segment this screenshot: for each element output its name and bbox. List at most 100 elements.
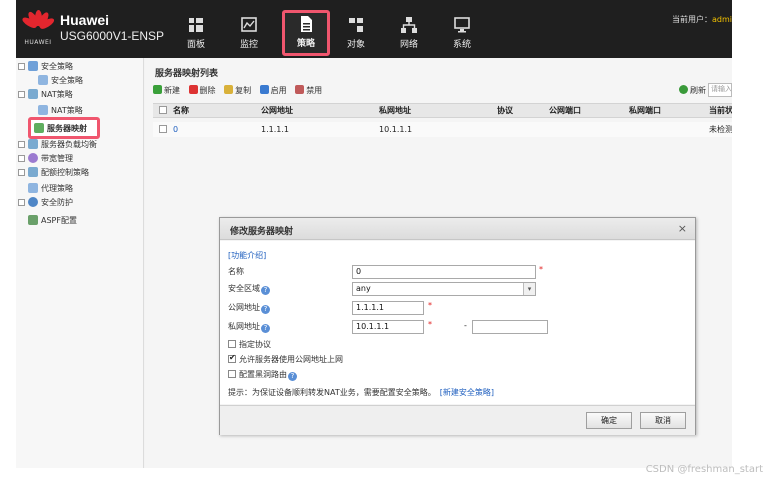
- nav-dashboard[interactable]: 面板: [176, 14, 216, 52]
- sidebar-item-proxy[interactable]: 代理策略: [28, 182, 73, 196]
- col-public-ip[interactable]: 公网地址: [261, 104, 293, 117]
- zone-select-value: any: [356, 284, 371, 293]
- cancel-button[interactable]: 取消: [640, 412, 686, 429]
- nav-monitor[interactable]: 监控: [229, 14, 269, 52]
- expand-icon[interactable]: [18, 141, 25, 148]
- enable-button[interactable]: 启用: [259, 85, 287, 96]
- blackhole-route-checkbox[interactable]: 配置黑洞路由?: [228, 369, 297, 381]
- required-mark: *: [428, 301, 432, 310]
- help-icon[interactable]: ?: [288, 372, 297, 381]
- new-security-policy-link[interactable]: [新建安全策略]: [440, 388, 494, 397]
- nav-network-label: 网络: [399, 40, 418, 50]
- sidebar-item-server-lb[interactable]: 服务器负载均衡: [18, 138, 97, 152]
- policy-list-icon: [38, 75, 48, 85]
- edit-server-mapping-dialog: 修改服务器映射 × [功能介绍] 名称 0 * 安全区域? any ▾ 公网地址…: [219, 217, 696, 435]
- expand-icon[interactable]: [18, 63, 25, 70]
- sidebar-item-label: NAT策略: [51, 106, 83, 115]
- product-line1: Huawei: [60, 12, 110, 28]
- object-icon: [349, 18, 363, 32]
- help-icon[interactable]: ?: [261, 305, 270, 314]
- system-icon: [454, 17, 470, 33]
- nav-network[interactable]: 网络: [389, 14, 429, 52]
- chevron-down-icon[interactable]: ▾: [523, 283, 535, 295]
- table-header: 名称 公网地址 私网地址 协议 公网端口 私网端口 当前状态: [153, 103, 732, 118]
- current-user-name[interactable]: admi: [712, 15, 732, 24]
- expand-icon[interactable]: [18, 199, 25, 206]
- range-separator: -: [464, 321, 467, 330]
- required-mark: *: [428, 320, 432, 329]
- nat-folder-icon: [28, 89, 38, 99]
- expand-icon[interactable]: [18, 169, 25, 176]
- checkbox-unchecked[interactable]: [228, 340, 236, 348]
- expand-icon[interactable]: [18, 155, 25, 162]
- private-ip-end-field[interactable]: [472, 320, 548, 334]
- sidebar-item-label: NAT策略: [41, 90, 73, 99]
- select-all-checkbox[interactable]: [159, 104, 167, 117]
- sidebar-item-server-mapping[interactable]: 服务器映射: [28, 117, 100, 139]
- table-row[interactable]: 0 1.1.1.1 10.1.1.1 未检测: [153, 122, 732, 137]
- checkbox-unchecked[interactable]: [228, 370, 236, 378]
- checkbox-checked[interactable]: [228, 353, 236, 363]
- row-checkbox[interactable]: [159, 122, 167, 137]
- enable-icon: [259, 85, 269, 94]
- row-name-link[interactable]: 0: [173, 122, 178, 137]
- checkbox-label: 指定协议: [239, 340, 271, 349]
- sidebar-item-quota[interactable]: 配额控制策略: [18, 166, 89, 180]
- disable-button[interactable]: 禁用: [295, 85, 322, 96]
- enable-button-label: 启用: [270, 86, 287, 95]
- col-private-ip[interactable]: 私网地址: [379, 104, 411, 117]
- nav-object[interactable]: 对象: [336, 14, 376, 52]
- col-protocol[interactable]: 协议: [497, 104, 513, 117]
- sidebar-item-aspf[interactable]: ASPF配置: [28, 214, 77, 228]
- help-icon[interactable]: ?: [261, 324, 270, 333]
- dialog-body: [功能介绍] 名称 0 * 安全区域? any ▾ 公网地址? 1.1.1.1 …: [220, 241, 695, 404]
- col-private-port[interactable]: 私网端口: [629, 104, 661, 117]
- bandwidth-icon: [28, 153, 38, 163]
- private-ip-field[interactable]: 10.1.1.1: [352, 320, 424, 334]
- huawei-logo-icon: HUAWEI: [20, 8, 56, 48]
- feature-intro-link[interactable]: [功能介绍]: [228, 250, 266, 261]
- col-name[interactable]: 名称: [173, 104, 189, 117]
- ok-button[interactable]: 确定: [586, 412, 632, 429]
- dialog-header[interactable]: 修改服务器映射 ×: [220, 218, 695, 240]
- sidebar-item-security-policy-group[interactable]: 安全策略: [18, 60, 73, 74]
- brand-text: HUAWEI: [24, 39, 52, 46]
- nav-object-label: 对象: [346, 40, 365, 50]
- zone-select[interactable]: any ▾: [352, 282, 536, 296]
- name-field[interactable]: 0: [352, 265, 536, 279]
- search-input[interactable]: 请输入: [708, 83, 732, 97]
- expand-icon[interactable]: [18, 91, 25, 98]
- public-ip-field[interactable]: 1.1.1.1: [352, 301, 424, 315]
- sidebar-item-nat-policy-group[interactable]: NAT策略: [18, 88, 73, 102]
- dashboard-icon: [189, 18, 203, 32]
- col-public-port[interactable]: 公网端口: [549, 104, 581, 117]
- nav-system-label: 系统: [452, 40, 471, 50]
- sidebar-item-security-policy[interactable]: 安全策略: [38, 74, 83, 88]
- copy-button[interactable]: 复制: [224, 85, 251, 96]
- help-icon[interactable]: ?: [261, 286, 270, 295]
- toolbar: 新建 删除 复制 启用 禁用 刷新 请输入: [153, 83, 732, 99]
- nav-system[interactable]: 系统: [442, 14, 482, 52]
- allow-public-internet-checkbox[interactable]: 允许服务器使用公网地址上网: [228, 353, 343, 365]
- col-status[interactable]: 当前状态: [709, 104, 732, 117]
- delete-button[interactable]: 删除: [188, 85, 216, 96]
- sidebar-item-nat-policy[interactable]: NAT策略: [38, 104, 83, 118]
- specify-protocol-checkbox[interactable]: 指定协议: [228, 339, 271, 350]
- hint-message: 提示：为保证设备顺利转发NAT业务，需要配置安全策略。: [228, 388, 436, 397]
- new-button[interactable]: 新建: [153, 85, 180, 96]
- delete-button-label: 删除: [199, 86, 216, 95]
- sidebar-item-bandwidth[interactable]: 带宽管理: [18, 152, 73, 166]
- delete-icon: [188, 85, 198, 94]
- policy-icon: [301, 16, 312, 32]
- close-icon[interactable]: ×: [678, 222, 687, 235]
- proxy-icon: [28, 183, 38, 193]
- name-label: 名称: [228, 267, 244, 276]
- new-button-label: 新建: [164, 86, 180, 95]
- copy-icon: [224, 85, 234, 94]
- top-bar: HUAWEI Huawei USG6000V1-ENSP 面板 监控 策略 对象…: [16, 0, 732, 58]
- page-title: 服务器映射列表: [155, 69, 219, 79]
- row-public-ip: 1.1.1.1: [261, 125, 289, 134]
- sidebar-item-protection[interactable]: 安全防护: [18, 196, 73, 210]
- refresh-button[interactable]: 刷新: [679, 85, 706, 96]
- nav-policy[interactable]: 策略: [282, 10, 330, 56]
